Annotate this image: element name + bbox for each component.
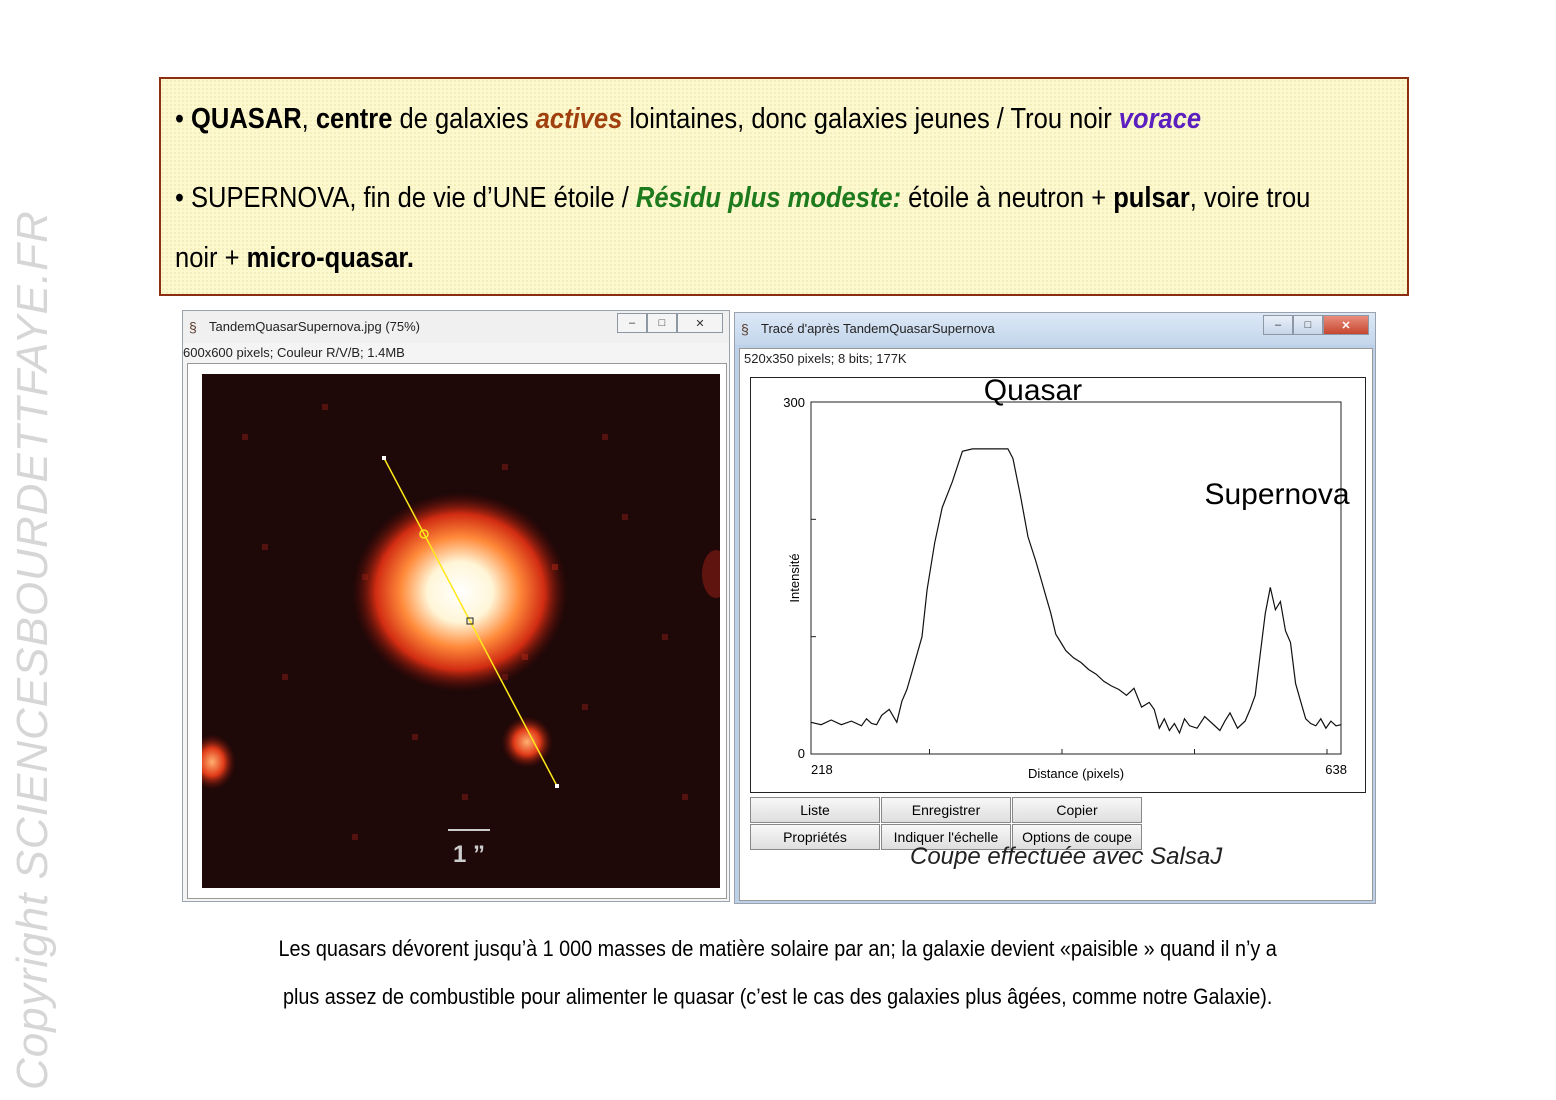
y-axis-label: Intensité [787, 553, 802, 602]
maximize-button[interactable]: □ [647, 313, 677, 333]
copier-button[interactable]: Copier [1012, 797, 1142, 823]
profile-plot-frame: 300 0 218 638 Distance (pixels) Intensité Quas… [750, 377, 1366, 793]
close-button[interactable]: ✕ [1323, 315, 1369, 335]
image-window-titlebar[interactable]: § TandemQuasarSupernova.jpg (75%) – □ ✕ [183, 311, 729, 343]
profile-chart: 300 0 218 638 Distance (pixels) Intensité Quas… [783, 378, 1350, 781]
pulsar-term: pulsar [1113, 182, 1190, 214]
liste-button[interactable]: Liste [750, 797, 880, 823]
residu-term: Résidu plus modeste: [635, 182, 902, 214]
plot-window-titlebar[interactable]: § Tracé d'après TandemQuasarSupernova – … [735, 313, 1375, 345]
plot-buttons-row-1: Liste Enregistrer Copier [750, 797, 1143, 823]
y-tick-label: 0 [798, 746, 805, 761]
salsaj-app-icon: § [189, 319, 197, 335]
centre-term: centre [315, 103, 393, 135]
supernova-annotation: Supernova [1204, 478, 1349, 511]
plot-info: 520x350 pixels; 8 bits; 177K [744, 351, 907, 366]
minimize-button[interactable]: – [1263, 315, 1293, 335]
note-line-supernova: • SUPERNOVA, fin de vie d’UNE étoile / R… [175, 182, 1311, 214]
salsaj-footer-text: Coupe effectuée avec SalsaJ [910, 843, 1223, 870]
caption-line-2: plus assez de combustible pour alimenter… [283, 984, 1273, 1009]
quasar-annotation: Quasar [984, 378, 1082, 407]
x-tick-label: 638 [1325, 762, 1347, 777]
minimize-button[interactable]: – [617, 313, 647, 333]
micro-quasar-term: micro-quasar. [246, 242, 415, 274]
image-window-title: TandemQuasarSupernova.jpg (75%) [209, 319, 421, 334]
proprietes-button[interactable]: Propriétés [750, 824, 880, 850]
astronomical-image-svg: 1 ” [202, 374, 720, 888]
image-info: 600x600 pixels; Couleur R/V/B; 1.4MB [183, 345, 405, 360]
note-line-quasar: • QUASAR, centre de galaxies actives loi… [175, 103, 1202, 135]
image-canvas-area: 1 ” [187, 363, 727, 899]
note-line-microquasar: noir + micro-quasar. [175, 242, 415, 274]
plot-window-title: Tracé d'après TandemQuasarSupernova [761, 321, 995, 336]
enregistrer-button[interactable]: Enregistrer [881, 797, 1011, 823]
scale-bar-label: 1 ” [453, 841, 485, 868]
plot-window[interactable]: § Tracé d'après TandemQuasarSupernova – … [734, 312, 1376, 904]
caption-line-1: Les quasars dévorent jusqu’à 1 000 masse… [278, 936, 1278, 961]
note-box: • QUASAR, centre de galaxies actives loi… [159, 77, 1409, 296]
close-button[interactable]: ✕ [677, 313, 723, 333]
image-window[interactable]: § TandemQuasarSupernova.jpg (75%) – □ ✕ … [182, 310, 730, 902]
plot-client-area: 520x350 pixels; 8 bits; 177K 300 0 218 638 D… [739, 348, 1373, 901]
x-tick-label: 218 [811, 762, 833, 777]
vorace-term: vorace [1118, 103, 1202, 135]
x-axis-label: Distance (pixels) [1028, 766, 1124, 781]
maximize-button[interactable]: □ [1293, 315, 1323, 335]
astronomical-image[interactable]: 1 ” [202, 374, 720, 888]
plot-axes-box [810, 401, 1342, 755]
actives-term: actives [535, 103, 623, 135]
salsaj-app-icon: § [741, 321, 749, 337]
y-tick-label: 300 [783, 395, 805, 410]
quasar-term: QUASAR [191, 103, 302, 135]
